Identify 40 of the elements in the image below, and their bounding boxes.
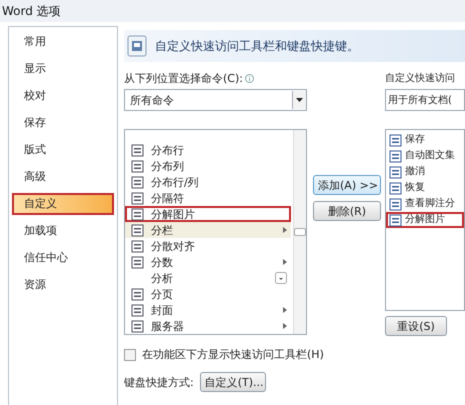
- sidebar-item[interactable]: 保存: [12, 112, 114, 134]
- commands-dropdown[interactable]: 所有命令: [124, 89, 307, 111]
- command-item[interactable]: 分布行/列: [125, 174, 291, 190]
- reset-button[interactable]: 重设(S): [385, 316, 447, 336]
- command-item[interactable]: 服务器: [125, 318, 291, 334]
- command-item[interactable]: 分解图片: [125, 206, 291, 222]
- toolbar-item[interactable]: 查看脚注分: [386, 196, 464, 212]
- header-title: 自定义快速访问工具栏和键盘快捷键。: [155, 38, 359, 54]
- command-item[interactable]: 分栏: [125, 222, 291, 238]
- shortcut-label: 键盘快捷方式:: [124, 374, 194, 390]
- sidebar-item[interactable]: 显示: [12, 58, 114, 80]
- customize-button[interactable]: 自定义(T)...: [200, 372, 266, 392]
- command-item[interactable]: 分隔符: [125, 190, 291, 206]
- command-item[interactable]: 分数: [125, 254, 291, 270]
- commands-label: 从下列位置选择命令(C):: [124, 70, 243, 86]
- checkbox-label: 在功能区下方显示快速访问工具栏(H): [142, 347, 324, 362]
- toolbar-dropdown[interactable]: 用于所有文档(: [385, 89, 465, 111]
- sidebar-item[interactable]: 信任中心: [12, 247, 114, 269]
- command-item[interactable]: 分散对齐: [125, 238, 291, 254]
- command-item[interactable]: 分布列: [125, 158, 291, 174]
- window-title: Word 选项: [2, 2, 61, 20]
- command-item[interactable]: 分析: [125, 270, 291, 286]
- toolbar-item[interactable]: 自动图文集: [386, 148, 464, 164]
- toolbar-item[interactable]: 撤消: [386, 164, 464, 180]
- sidebar-item[interactable]: 常用: [12, 31, 114, 53]
- command-item[interactable]: 分页: [125, 286, 291, 302]
- sidebar-item[interactable]: 资源: [12, 274, 114, 296]
- sidebar-item[interactable]: 校对: [12, 85, 114, 107]
- add-button[interactable]: 添加(A) >>: [313, 175, 381, 195]
- toolbar-item[interactable]: 保存: [386, 132, 464, 148]
- toolbar-item[interactable]: 分解图片: [386, 212, 464, 228]
- toolbar-label: 自定义快速访问: [385, 72, 455, 85]
- sidebar-item[interactable]: 版式: [12, 139, 114, 161]
- toolbar-item[interactable]: 恢复: [386, 180, 464, 196]
- sidebar-item[interactable]: 加载项: [12, 220, 114, 242]
- command-item[interactable]: 分布行: [125, 142, 291, 158]
- sidebar-item[interactable]: 高级: [12, 166, 114, 188]
- command-item[interactable]: 封面: [125, 302, 291, 318]
- remove-button[interactable]: 删除(R): [313, 201, 381, 221]
- sidebar-item[interactable]: 自定义: [12, 193, 114, 215]
